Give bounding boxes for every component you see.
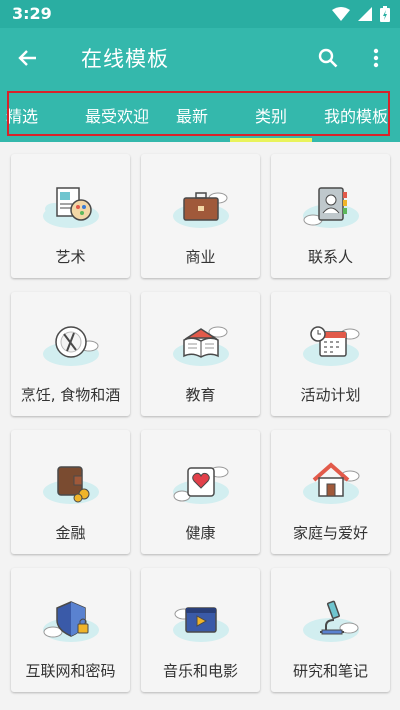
category-label: 活动计划	[300, 386, 361, 404]
tab-categories[interactable]: 类别	[230, 88, 312, 142]
category-card-health[interactable]: 健康	[141, 430, 260, 554]
wifi-icon	[332, 7, 350, 21]
house-icon	[303, 462, 360, 504]
tab-label: 最受欢迎	[84, 107, 149, 126]
category-label: 健康	[185, 524, 216, 542]
search-button[interactable]	[314, 44, 342, 72]
contact-book-icon	[303, 187, 359, 228]
arrow-left-icon	[18, 50, 36, 66]
more-vert-icon	[373, 48, 379, 68]
art-palette-icon	[43, 187, 99, 228]
category-label: 联系人	[307, 248, 353, 266]
category-card-home-hobbies[interactable]: 家庭与爱好	[271, 430, 390, 554]
category-card-business[interactable]: 商业	[141, 154, 260, 278]
category-card-art[interactable]: 艺术	[11, 154, 130, 278]
search-icon	[318, 48, 338, 68]
category-grid: 艺术 商业 联系人 烹饪, 食物和酒 教育 活动计划 金融 健康 家庭与爱好 互…	[0, 142, 400, 710]
tab-bar: 精选 最受欢迎 最新 类别 我的模板	[0, 88, 400, 142]
battery-icon	[380, 6, 390, 22]
category-card-internet-passwords[interactable]: 互联网和密码	[11, 568, 130, 692]
microscope-icon	[303, 600, 359, 642]
category-label: 教育	[185, 386, 216, 404]
tab-my-templates[interactable]: 我的模板	[320, 88, 392, 142]
heart-frame-icon	[173, 466, 229, 504]
back-button[interactable]	[14, 44, 42, 72]
category-label: 金融	[55, 524, 86, 542]
status-time: 3:29	[12, 4, 52, 23]
tab-newest[interactable]: 最新	[166, 88, 218, 142]
category-label: 家庭与爱好	[292, 524, 368, 542]
wallet-coins-icon	[43, 466, 99, 504]
app-bar: 在线模板	[0, 28, 400, 88]
category-label: 艺术	[55, 248, 86, 266]
status-bar: 3:29	[0, 0, 400, 28]
category-card-cooking[interactable]: 烹饪, 食物和酒	[11, 292, 130, 416]
film-play-icon	[173, 607, 229, 642]
calendar-clock-icon	[303, 326, 360, 366]
signal-icon	[358, 7, 372, 21]
category-card-music-movies[interactable]: 音乐和电影	[141, 568, 260, 692]
category-label: 研究和笔记	[292, 662, 368, 680]
tab-label: 最新	[175, 107, 208, 126]
tab-label: 精选	[5, 107, 38, 126]
tab-label: 我的模板	[323, 107, 388, 126]
tab-label: 类别	[254, 107, 287, 126]
category-label: 互联网和密码	[25, 662, 116, 680]
category-card-education[interactable]: 教育	[141, 292, 260, 416]
category-card-contacts[interactable]: 联系人	[271, 154, 390, 278]
plate-cutlery-icon	[43, 326, 99, 366]
category-card-finance[interactable]: 金融	[11, 430, 130, 554]
open-book-icon	[173, 326, 229, 366]
shield-lock-icon	[43, 601, 99, 642]
page-title: 在线模板	[81, 47, 169, 71]
category-label: 商业	[185, 248, 216, 266]
briefcase-icon	[173, 192, 229, 228]
tab-featured[interactable]: 精选	[0, 88, 50, 142]
category-card-research-notes[interactable]: 研究和笔记	[271, 568, 390, 692]
tab-most-popular[interactable]: 最受欢迎	[70, 88, 164, 142]
more-options-button[interactable]	[362, 44, 390, 72]
category-label: 音乐和电影	[162, 662, 238, 680]
category-label: 烹饪, 食物和酒	[20, 386, 121, 404]
category-card-event-planning[interactable]: 活动计划	[271, 292, 390, 416]
